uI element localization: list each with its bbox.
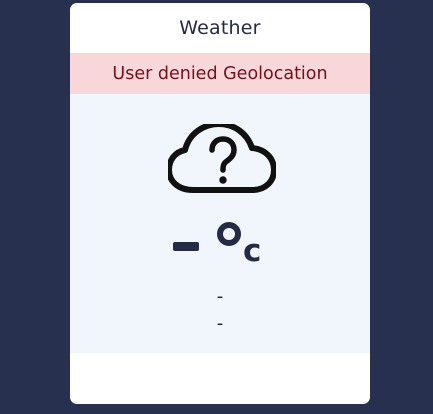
weather-card: Weather User denied Geolocation c - - [70,3,370,404]
alert-message: User denied Geolocation [112,63,328,84]
weather-description: - [216,286,224,307]
temperature-display: c [70,222,370,274]
location-name: - [216,313,224,334]
page-title: Weather [179,17,261,39]
geolocation-alert: User denied Geolocation [70,53,370,94]
temperature-value [173,242,199,251]
degree-symbol [217,222,241,246]
weather-panel: c - - [70,94,370,353]
temperature-unit: c [243,233,262,269]
cloud-question-icon [166,121,277,196]
